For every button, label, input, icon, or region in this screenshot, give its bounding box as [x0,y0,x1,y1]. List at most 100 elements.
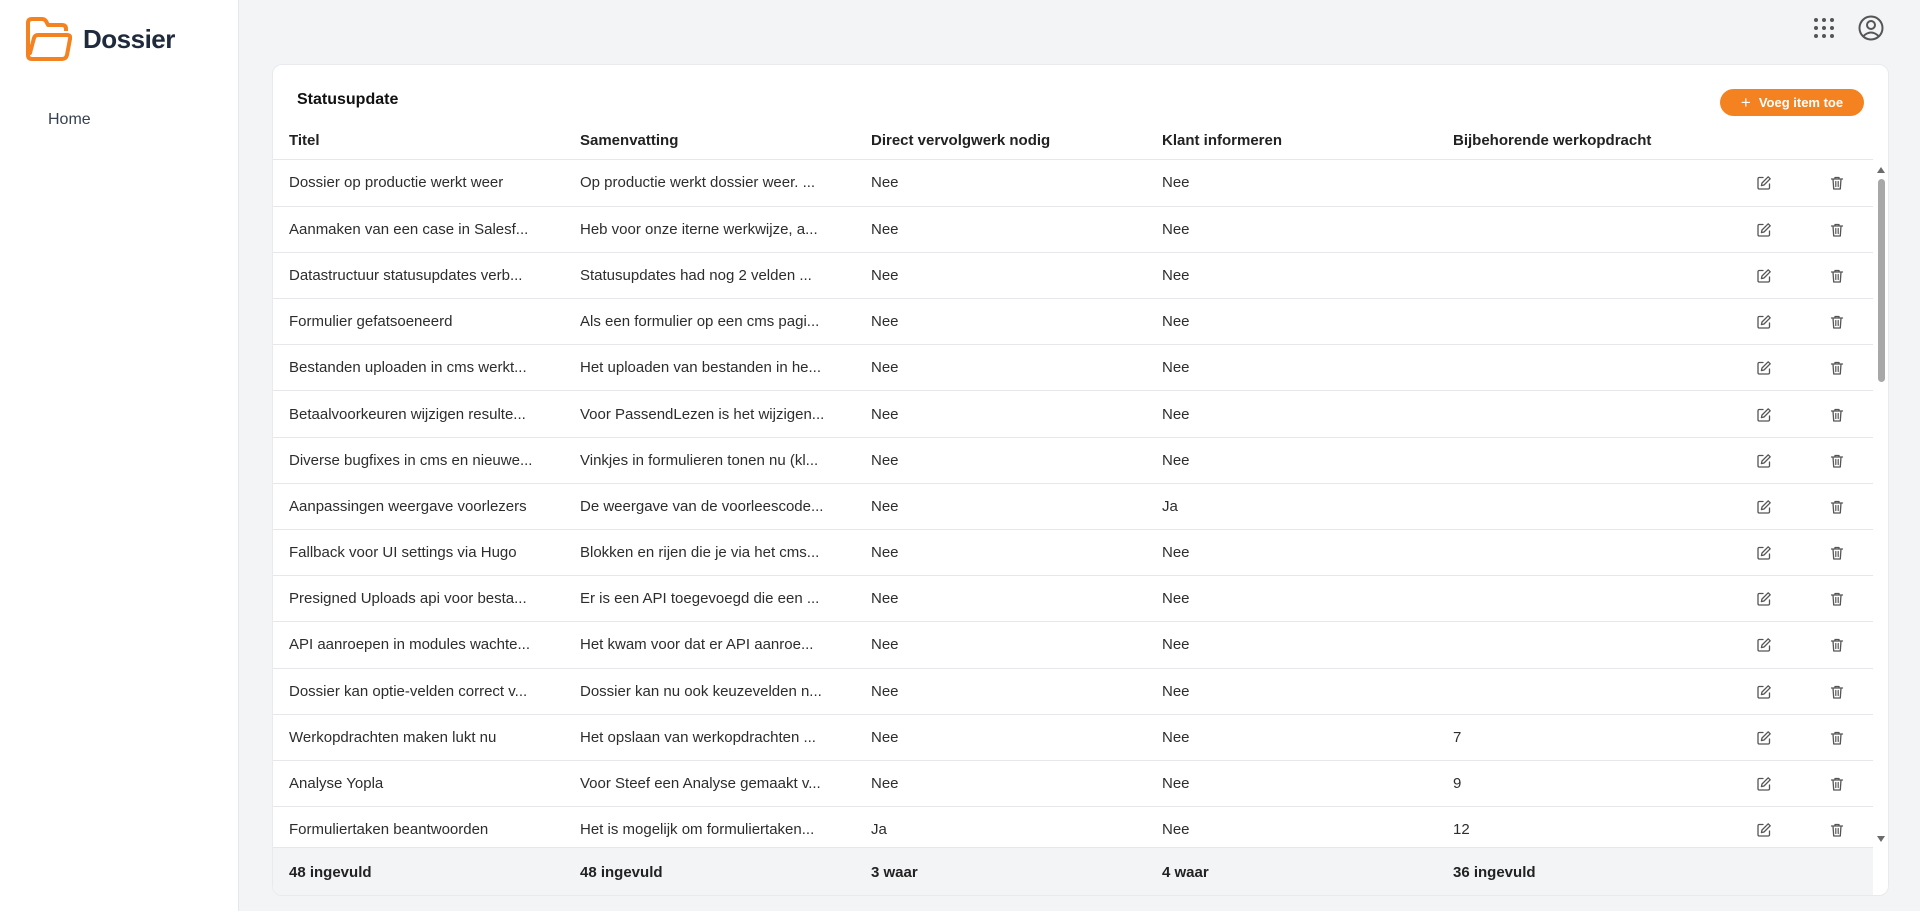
edit-icon[interactable] [1756,545,1772,561]
app-logo[interactable]: Dossier [24,17,175,61]
edit-icon[interactable] [1756,637,1772,653]
account-circle-icon[interactable] [1857,14,1885,42]
column-header-vervolgwerk[interactable]: Direct vervolgwerk nodig [855,123,1146,160]
column-header-werkopdracht[interactable]: Bijbehorende werkopdracht [1437,123,1728,160]
trash-icon[interactable] [1829,499,1845,515]
cell-klant: Ja [1146,483,1437,531]
table-row[interactable]: Analyse Yopla Voor Steef een Analyse gema… [273,760,1873,808]
trash-icon[interactable] [1829,591,1845,607]
table-row[interactable]: Formulier gefatsoeneerd Als een formulier… [273,298,1873,346]
delete-cell [1800,298,1873,346]
cell-titel: Formuliertaken beantwoorden [273,806,564,847]
cell-samenvatting: Het kwam voor dat er API aanroe... [564,621,855,669]
trash-icon[interactable] [1829,637,1845,653]
sidebar-item-home[interactable]: Home [48,111,91,129]
edit-icon[interactable] [1756,822,1772,838]
trash-icon[interactable] [1829,730,1845,746]
table-row[interactable]: Dossier op productie werkt weer Op produc… [273,160,1873,207]
cell-titel: Fallback voor UI settings via Hugo [273,529,564,577]
cell-titel: Presigned Uploads api voor besta... [273,575,564,623]
table-row[interactable]: Presigned Uploads api voor besta... Er is… [273,575,1873,623]
table-row[interactable]: Betaalvoorkeuren wijzigen resulte... Voor… [273,390,1873,438]
footer-klant-count: 4 waar [1162,863,1209,881]
cell-vervolgwerk: Nee [855,529,1146,577]
edit-cell [1728,621,1800,669]
table-row[interactable]: Formuliertaken beantwoorden Het is mogeli… [273,806,1873,847]
cell-samenvatting: Als een formulier op een cms pagi... [564,298,855,346]
add-item-button[interactable]: + Voeg item toe [1720,89,1864,116]
edit-cell [1728,298,1800,346]
edit-icon[interactable] [1756,499,1772,515]
edit-cell [1728,483,1800,531]
trash-icon[interactable] [1829,407,1845,423]
table-row[interactable]: Dossier kan optie-velden correct v... Dos… [273,668,1873,715]
table-row[interactable]: Bestanden uploaden in cms werkt... Het up… [273,344,1873,392]
edit-icon[interactable] [1756,776,1772,792]
table-row[interactable]: API aanroepen in modules wachte... Het kw… [273,621,1873,669]
table-row[interactable]: Fallback voor UI settings via Hugo Blokke… [273,529,1873,577]
cell-samenvatting: Statusupdates had nog 2 velden ... [564,252,855,300]
cell-samenvatting: Voor PassendLezen is het wijzigen... [564,390,855,438]
edit-icon[interactable] [1756,407,1772,423]
footer-titel-count: 48 ingevuld [289,863,372,881]
column-header-klant-informeren[interactable]: Klant informeren [1146,123,1437,160]
scroll-down-arrow[interactable] [1877,836,1885,842]
cell-werkopdracht [1437,483,1728,531]
trash-icon[interactable] [1829,222,1845,238]
cell-titel: Formulier gefatsoeneerd [273,298,564,346]
edit-cell [1728,437,1800,484]
cell-klant: Nee [1146,529,1437,577]
edit-icon[interactable] [1756,684,1772,700]
table-body-scroll[interactable]: Dossier op productie werkt weer Op produc… [273,160,1873,847]
column-header-samenvatting[interactable]: Samenvatting [564,123,855,160]
edit-cell [1728,575,1800,623]
trash-icon[interactable] [1829,175,1845,191]
edit-icon[interactable] [1756,314,1772,330]
cell-werkopdracht [1437,252,1728,300]
edit-icon[interactable] [1756,453,1772,469]
column-header-titel[interactable]: Titel [273,123,564,160]
cell-klant: Nee [1146,760,1437,808]
app-name: Dossier [83,23,175,54]
delete-cell [1800,621,1873,669]
delete-cell [1800,483,1873,531]
edit-icon[interactable] [1756,268,1772,284]
sidebar: Dossier Home [0,0,239,911]
scroll-up-arrow[interactable] [1877,167,1885,173]
table-body: Dossier op productie werkt weer Op produc… [273,160,1873,847]
cell-werkopdracht [1437,160,1728,207]
trash-icon[interactable] [1829,776,1845,792]
apps-grid-icon[interactable] [1810,14,1838,42]
table-header: Titel Samenvatting Direct vervolgwerk no… [273,123,1873,160]
cell-samenvatting: Heb voor onze iterne werkwijze, a... [564,206,855,253]
cell-vervolgwerk: Nee [855,760,1146,808]
cell-werkopdracht [1437,344,1728,392]
cell-werkopdracht: 7 [1437,714,1728,761]
cell-werkopdracht [1437,529,1728,577]
delete-cell [1800,437,1873,484]
scroll-thumb[interactable] [1878,179,1885,382]
cell-vervolgwerk: Nee [855,437,1146,484]
cell-klant: Nee [1146,298,1437,346]
table-row[interactable]: Aanmaken van een case in Salesf... Heb vo… [273,206,1873,253]
edit-icon[interactable] [1756,222,1772,238]
trash-icon[interactable] [1829,314,1845,330]
trash-icon[interactable] [1829,360,1845,376]
trash-icon[interactable] [1829,684,1845,700]
trash-icon[interactable] [1829,545,1845,561]
table-scrollbar[interactable] [1875,163,1887,844]
edit-icon[interactable] [1756,175,1772,191]
table-row[interactable]: Datastructuur statusupdates verb... Statu… [273,252,1873,300]
trash-icon[interactable] [1829,822,1845,838]
table-row[interactable]: Werkopdrachten maken lukt nu Het opslaan … [273,714,1873,761]
cell-samenvatting: Het is mogelijk om formuliertaken... [564,806,855,847]
trash-icon[interactable] [1829,268,1845,284]
edit-icon[interactable] [1756,591,1772,607]
table-row[interactable]: Diverse bugfixes in cms en nieuwe... Vink… [273,437,1873,484]
table-row[interactable]: Aanpassingen weergave voorlezers De weerg… [273,483,1873,531]
trash-icon[interactable] [1829,453,1845,469]
edit-icon[interactable] [1756,360,1772,376]
cell-werkopdracht [1437,668,1728,715]
cell-vervolgwerk: Nee [855,160,1146,207]
edit-icon[interactable] [1756,730,1772,746]
